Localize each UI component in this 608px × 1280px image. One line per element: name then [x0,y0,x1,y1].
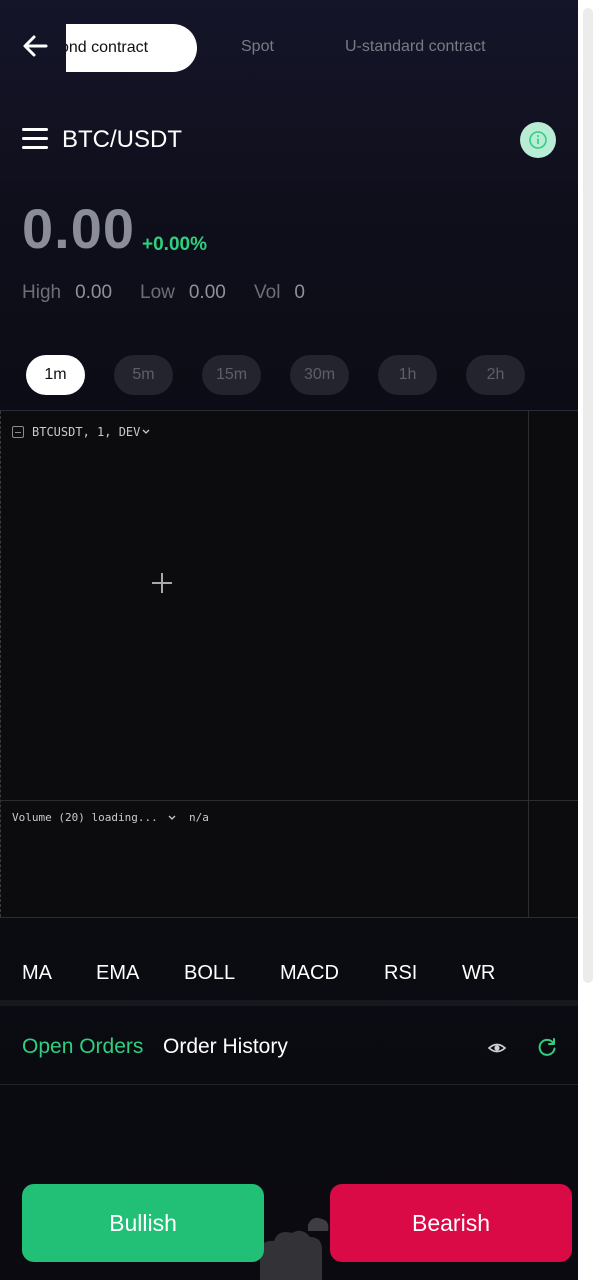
scrollbar[interactable] [578,0,608,1280]
vol-label: Vol [254,282,281,303]
orders-divider [0,1084,578,1085]
tab-spot[interactable]: Spot [241,38,274,56]
info-icon[interactable] [520,122,556,158]
price-scale-divider [528,411,529,917]
vol-value: 0 [294,282,305,303]
vol-stat: Vol 0 [254,282,305,304]
tab-order-history[interactable]: Order History [163,1035,288,1059]
chevron-down-icon[interactable] [142,429,150,435]
interval-2h[interactable]: 2h [466,355,525,395]
crosshair-icon [152,573,172,593]
volume-legend[interactable]: Volume (20) loading... n/a [12,811,209,824]
interval-5m[interactable]: 5m [114,355,173,395]
low-stat: Low 0.00 [140,282,226,304]
chevron-down-icon[interactable] [168,815,176,821]
menu-icon[interactable] [22,128,48,152]
back-arrow-icon[interactable] [20,30,50,62]
indicator-macd[interactable]: MACD [280,962,339,985]
high-value: 0.00 [75,282,113,303]
interval-15m[interactable]: 15m [202,355,261,395]
low-label: Low [140,282,175,303]
interval-selector: 1m 5m 15m 30m 1h 2h [26,355,525,395]
indicator-boll[interactable]: BOLL [184,962,235,985]
scrollbar-thumb[interactable] [583,8,593,983]
chart-legend-text: BTCUSDT, 1, DEV [32,425,141,439]
indicator-wr[interactable]: WR [462,962,495,985]
interval-1m[interactable]: 1m [26,355,85,395]
high-stat: High 0.00 [22,282,112,304]
indicator-ema[interactable]: EMA [96,962,139,985]
indicator-rsi[interactable]: RSI [384,962,417,985]
interval-30m[interactable]: 30m [290,355,349,395]
bullish-button[interactable]: Bullish [22,1184,264,1262]
pair-symbol[interactable]: BTC/USDT [62,126,182,154]
price-chart[interactable]: BTCUSDT, 1, DEV Volume (20) loading... n… [0,410,578,918]
chart-left-edge [0,411,1,917]
trading-screen: cond contract Spot U-standard contract B… [0,0,578,1280]
bearish-button[interactable]: Bearish [330,1184,572,1262]
volume-value: n/a [188,811,209,824]
section-divider [0,1000,578,1006]
tab-open-orders[interactable]: Open Orders [22,1035,143,1059]
tab-second-contract[interactable]: cond contract [66,24,197,72]
price-change: +0.00% [142,234,207,255]
pane-divider[interactable] [0,800,578,801]
tab-label: cond contract [66,39,149,56]
last-price: 0.00 [22,197,135,260]
interval-1h[interactable]: 1h [378,355,437,395]
collapse-icon[interactable] [12,426,24,438]
eye-icon[interactable] [486,1038,508,1058]
low-value: 0.00 [188,282,226,303]
refresh-icon[interactable] [536,1036,558,1058]
indicator-ma[interactable]: MA [22,962,52,985]
tab-u-standard-contract[interactable]: U-standard contract [345,38,486,56]
volume-legend-text: Volume (20) loading... [12,811,158,824]
chart-legend[interactable]: BTCUSDT, 1, DEV [12,425,150,439]
high-label: High [22,282,62,303]
